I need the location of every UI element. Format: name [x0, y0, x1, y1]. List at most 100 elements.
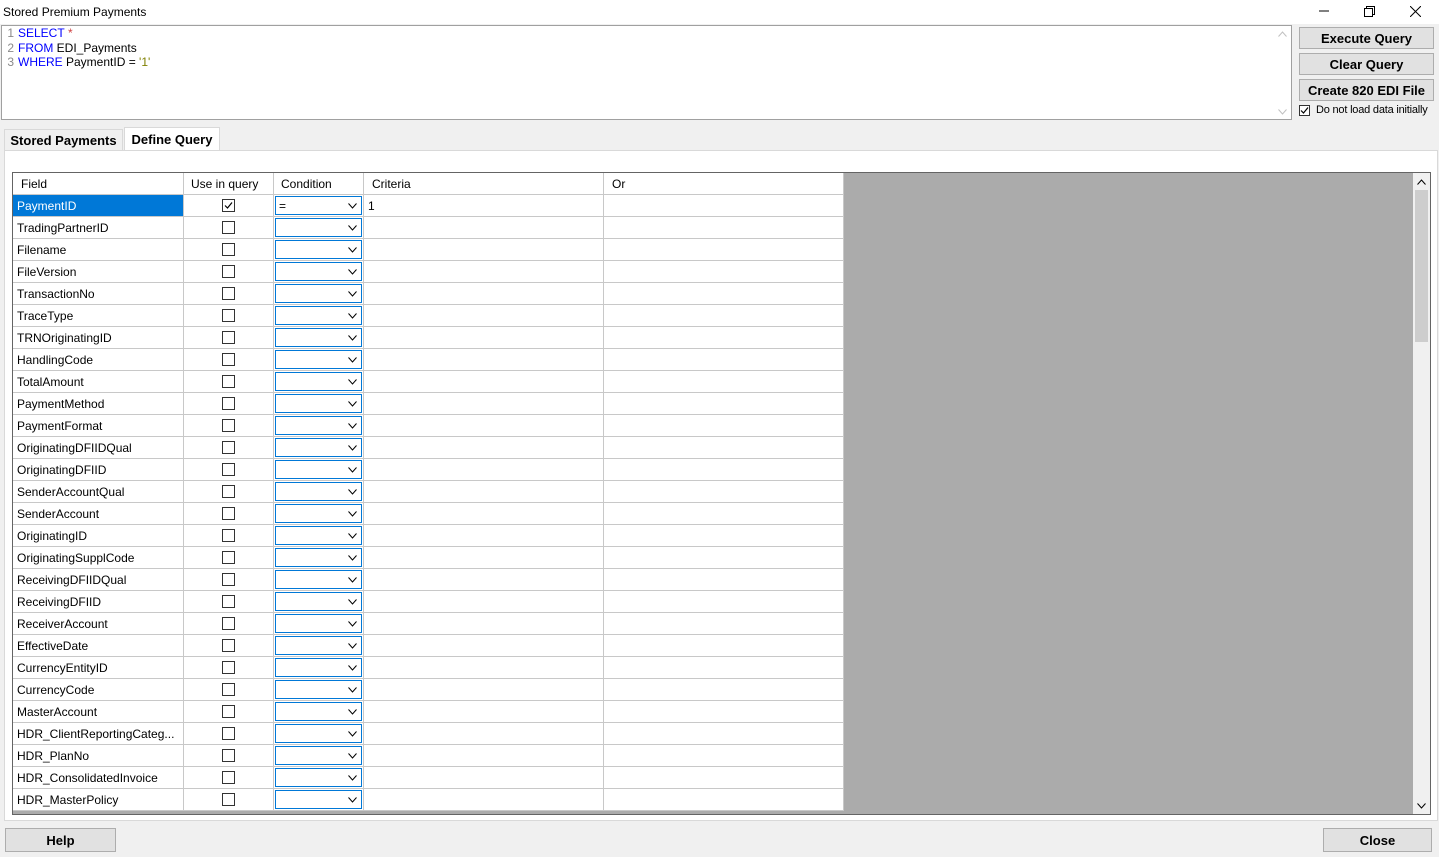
- or-cell[interactable]: [604, 569, 844, 591]
- table-row[interactable]: ReceiverAccount: [13, 613, 844, 635]
- criteria-cell[interactable]: [364, 261, 604, 283]
- condition-dropdown[interactable]: [275, 746, 362, 765]
- condition-dropdown[interactable]: =: [275, 196, 362, 215]
- condition-dropdown[interactable]: [275, 350, 362, 369]
- field-name-cell[interactable]: OriginatingDFIID: [13, 459, 184, 481]
- use-in-query-checkbox[interactable]: [222, 617, 235, 630]
- criteria-cell[interactable]: [364, 327, 604, 349]
- header-condition[interactable]: Condition: [274, 173, 364, 195]
- use-in-query-checkbox[interactable]: [222, 441, 235, 454]
- criteria-cell[interactable]: [364, 481, 604, 503]
- table-row[interactable]: OriginatingSupplCode: [13, 547, 844, 569]
- use-in-query-checkbox[interactable]: [222, 793, 235, 806]
- use-in-query-checkbox[interactable]: [222, 199, 235, 212]
- minimize-button[interactable]: [1301, 0, 1347, 22]
- or-cell[interactable]: [604, 283, 844, 305]
- use-in-query-checkbox[interactable]: [222, 661, 235, 674]
- use-in-query-checkbox[interactable]: [222, 705, 235, 718]
- field-name-cell[interactable]: SenderAccount: [13, 503, 184, 525]
- header-criteria[interactable]: Criteria: [364, 173, 604, 195]
- table-row[interactable]: MasterAccount: [13, 701, 844, 723]
- criteria-cell[interactable]: [364, 217, 604, 239]
- field-name-cell[interactable]: HDR_ClientReportingCateg...: [13, 723, 184, 745]
- table-row[interactable]: HDR_ConsolidatedInvoice: [13, 767, 844, 789]
- condition-dropdown[interactable]: [275, 372, 362, 391]
- table-row[interactable]: OriginatingDFIIDQual: [13, 437, 844, 459]
- or-cell[interactable]: [604, 239, 844, 261]
- or-cell[interactable]: [604, 591, 844, 613]
- or-cell[interactable]: [604, 261, 844, 283]
- field-name-cell[interactable]: CurrencyCode: [13, 679, 184, 701]
- use-in-query-checkbox[interactable]: [222, 771, 235, 784]
- or-cell[interactable]: [604, 327, 844, 349]
- field-name-cell[interactable]: PaymentFormat: [13, 415, 184, 437]
- header-use-in-query[interactable]: Use in query: [184, 173, 274, 195]
- or-cell[interactable]: [604, 459, 844, 481]
- or-cell[interactable]: [604, 437, 844, 459]
- field-name-cell[interactable]: HDR_MasterPolicy: [13, 789, 184, 811]
- or-cell[interactable]: [604, 415, 844, 437]
- condition-dropdown[interactable]: [275, 416, 362, 435]
- condition-dropdown[interactable]: [275, 702, 362, 721]
- table-row[interactable]: TraceType: [13, 305, 844, 327]
- field-name-cell[interactable]: TransactionNo: [13, 283, 184, 305]
- or-cell[interactable]: [604, 371, 844, 393]
- condition-dropdown[interactable]: [275, 218, 362, 237]
- criteria-cell[interactable]: [364, 349, 604, 371]
- query-grid[interactable]: Field Use in query Condition Criteria Or…: [12, 172, 1431, 815]
- condition-dropdown[interactable]: [275, 614, 362, 633]
- field-name-cell[interactable]: ReceiverAccount: [13, 613, 184, 635]
- no-load-checkbox[interactable]: [1299, 104, 1310, 116]
- criteria-cell[interactable]: [364, 503, 604, 525]
- use-in-query-checkbox[interactable]: [222, 375, 235, 388]
- use-in-query-checkbox[interactable]: [222, 463, 235, 476]
- table-row[interactable]: ReceivingDFIID: [13, 591, 844, 613]
- or-cell[interactable]: [604, 701, 844, 723]
- table-row[interactable]: HDR_ClientReportingCateg...: [13, 723, 844, 745]
- use-in-query-checkbox[interactable]: [222, 639, 235, 652]
- editor-scrollbar[interactable]: [1274, 26, 1291, 119]
- table-row[interactable]: ReceivingDFIIDQual: [13, 569, 844, 591]
- use-in-query-checkbox[interactable]: [222, 485, 235, 498]
- criteria-cell[interactable]: [364, 547, 604, 569]
- field-name-cell[interactable]: OriginatingSupplCode: [13, 547, 184, 569]
- condition-dropdown[interactable]: [275, 438, 362, 457]
- or-cell[interactable]: [604, 525, 844, 547]
- or-cell[interactable]: [604, 393, 844, 415]
- table-row[interactable]: Filename: [13, 239, 844, 261]
- or-cell[interactable]: [604, 349, 844, 371]
- restore-button[interactable]: [1346, 0, 1392, 22]
- condition-dropdown[interactable]: [275, 284, 362, 303]
- table-row[interactable]: CurrencyEntityID: [13, 657, 844, 679]
- field-name-cell[interactable]: HDR_PlanNo: [13, 745, 184, 767]
- table-row[interactable]: EffectiveDate: [13, 635, 844, 657]
- condition-dropdown[interactable]: [275, 548, 362, 567]
- or-cell[interactable]: [604, 745, 844, 767]
- or-cell[interactable]: [604, 767, 844, 789]
- sql-editor[interactable]: 1 SELECT * 2 FROM EDI_Payments 3 WHERE P…: [1, 25, 1292, 120]
- condition-dropdown[interactable]: [275, 504, 362, 523]
- field-name-cell[interactable]: PaymentMethod: [13, 393, 184, 415]
- field-name-cell[interactable]: TradingPartnerID: [13, 217, 184, 239]
- use-in-query-checkbox[interactable]: [222, 595, 235, 608]
- or-cell[interactable]: [604, 723, 844, 745]
- field-name-cell[interactable]: ReceivingDFIIDQual: [13, 569, 184, 591]
- condition-dropdown[interactable]: [275, 724, 362, 743]
- table-row[interactable]: CurrencyCode: [13, 679, 844, 701]
- or-cell[interactable]: [604, 679, 844, 701]
- table-row[interactable]: SenderAccountQual: [13, 481, 844, 503]
- field-name-cell[interactable]: Filename: [13, 239, 184, 261]
- or-cell[interactable]: [604, 547, 844, 569]
- execute-query-button[interactable]: Execute Query: [1299, 27, 1434, 49]
- criteria-cell[interactable]: [364, 591, 604, 613]
- criteria-cell[interactable]: [364, 723, 604, 745]
- criteria-cell[interactable]: [364, 393, 604, 415]
- criteria-cell[interactable]: [364, 525, 604, 547]
- condition-dropdown[interactable]: [275, 658, 362, 677]
- or-cell[interactable]: [604, 195, 844, 217]
- condition-dropdown[interactable]: [275, 526, 362, 545]
- table-row[interactable]: HDR_MasterPolicy: [13, 789, 844, 811]
- no-load-option[interactable]: Do not load data initially: [1299, 104, 1428, 116]
- create-edi-button[interactable]: Create 820 EDI File: [1299, 79, 1434, 101]
- field-name-cell[interactable]: TRNOriginatingID: [13, 327, 184, 349]
